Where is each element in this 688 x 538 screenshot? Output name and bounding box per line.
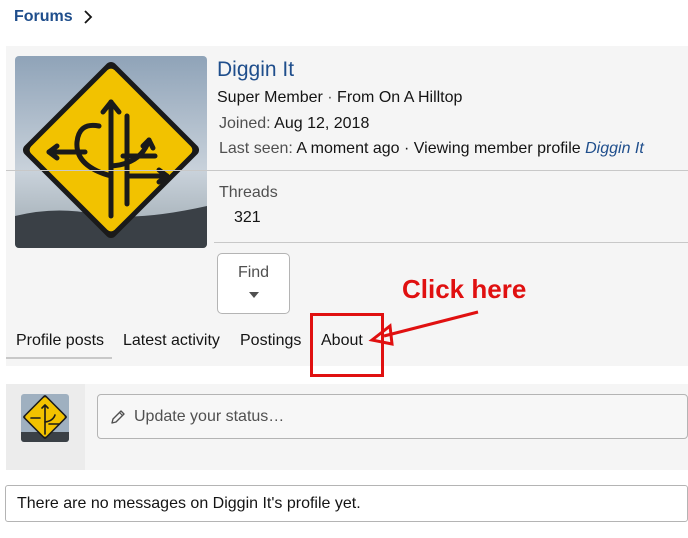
breadcrumb-forums-link[interactable]: Forums	[14, 8, 73, 26]
member-name[interactable]: Diggin It	[217, 58, 294, 82]
threads-count[interactable]: 321	[234, 209, 261, 227]
member-title: Super Member	[217, 89, 323, 106]
active-tab-indicator	[6, 357, 112, 359]
avatar[interactable]	[21, 394, 69, 442]
pencil-icon	[111, 409, 125, 424]
find-label: Find	[237, 264, 270, 281]
empty-messages-text: There are no messages on Diggin It's pro…	[17, 494, 361, 512]
avatar[interactable]	[15, 56, 207, 248]
status-input[interactable]: Update your status…	[97, 394, 688, 439]
annotation-arrow-icon	[368, 310, 479, 346]
divider	[214, 242, 688, 243]
separator: ·	[322, 89, 338, 106]
tab-postings[interactable]: Postings	[240, 332, 301, 350]
last-seen-value: A moment ago · Viewing member profile	[296, 140, 581, 157]
divider	[6, 170, 688, 171]
viewing-profile-link[interactable]: Diggin It	[585, 140, 644, 157]
joined-label: Joined:	[219, 115, 271, 132]
road-sign-avatar-image	[15, 56, 207, 248]
chevron-right-icon	[84, 10, 92, 24]
last-seen-line: Last seen: A moment ago · Viewing member…	[219, 140, 644, 158]
annotation-label: Click here	[402, 274, 527, 304]
caret-down-icon	[248, 292, 259, 298]
status-placeholder: Update your status…	[134, 407, 285, 425]
member-title-line: Super Member · From On A Hilltop	[217, 89, 462, 107]
tab-profile-posts[interactable]: Profile posts	[16, 332, 104, 350]
member-location: From On A Hilltop	[337, 89, 463, 106]
tab-latest-activity[interactable]: Latest activity	[123, 332, 220, 350]
status-update-area: Update your status…	[6, 384, 688, 470]
threads-label: Threads	[219, 184, 278, 201]
breadcrumb: Forums	[14, 8, 93, 26]
joined-date: Aug 12, 2018	[274, 115, 370, 132]
profile-messages-panel: There are no messages on Diggin It's pro…	[5, 485, 688, 522]
joined-line: Joined: Aug 12, 2018	[219, 115, 369, 133]
find-button[interactable]: Find	[217, 253, 290, 314]
last-seen-label: Last seen:	[219, 140, 293, 157]
road-sign-avatar-image	[21, 394, 69, 442]
status-avatar-column	[6, 384, 85, 470]
